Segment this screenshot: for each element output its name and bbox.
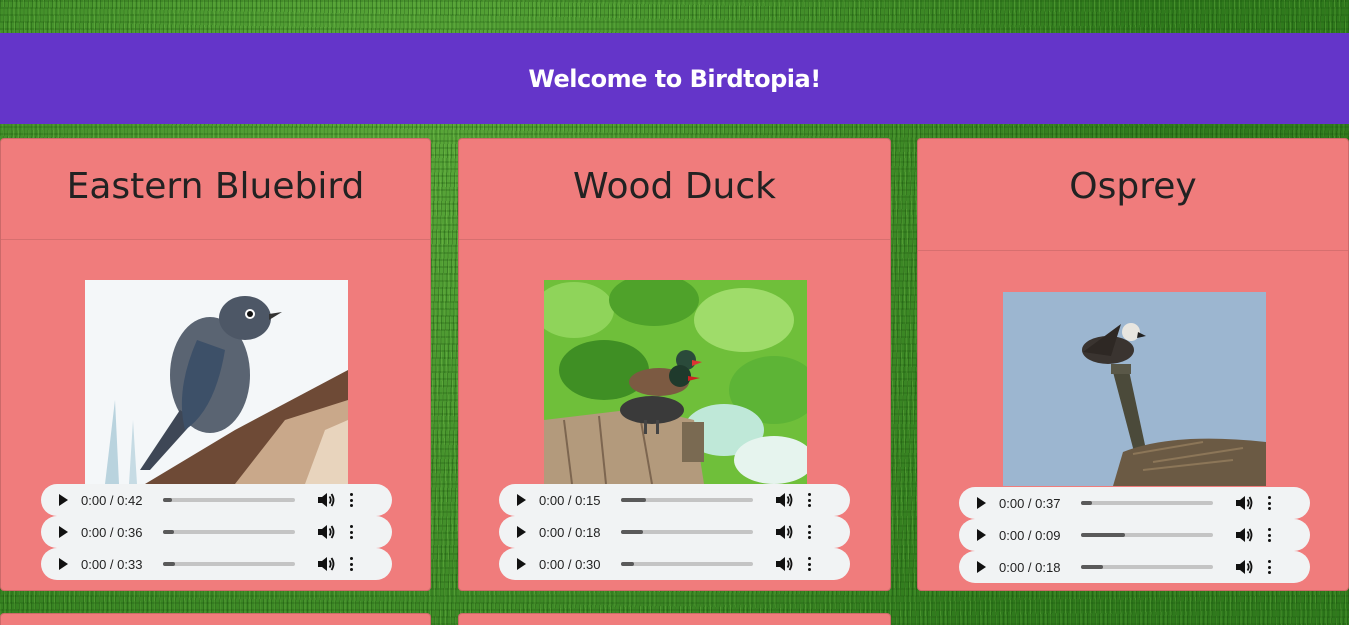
audio-time: 0:00 / 0:30 — [539, 556, 601, 572]
audio-time: 0:00 / 0:18 — [999, 559, 1061, 575]
more-options-icon[interactable] — [349, 557, 353, 571]
audio-player[interactable]: 0:00 / 0:33 — [41, 548, 392, 580]
play-icon[interactable] — [517, 558, 526, 570]
volume-icon[interactable] — [317, 524, 335, 540]
audio-time: 0:00 / 0:09 — [999, 527, 1061, 543]
audio-progress-fill — [1081, 501, 1092, 505]
audio-progress-fill — [1081, 565, 1104, 569]
more-options-icon[interactable] — [349, 525, 353, 539]
site-header: Welcome to Birdtopia! — [0, 33, 1349, 124]
audio-progress-slider[interactable] — [163, 530, 295, 534]
audio-progress-slider[interactable] — [163, 562, 295, 566]
audio-time: 0:00 / 0:37 — [999, 495, 1061, 511]
audio-progress-fill — [621, 562, 635, 566]
play-icon[interactable] — [59, 494, 68, 506]
audio-time: 0:00 / 0:42 — [81, 492, 143, 508]
audio-progress-slider[interactable] — [163, 498, 295, 502]
audio-time: 0:00 / 0:15 — [539, 492, 601, 508]
more-options-icon[interactable] — [1267, 528, 1271, 542]
audio-player[interactable]: 0:00 / 0:15 — [499, 484, 850, 516]
audio-player[interactable]: 0:00 / 0:36 — [41, 516, 392, 548]
volume-icon[interactable] — [775, 556, 793, 572]
audio-progress-fill — [163, 498, 173, 502]
volume-icon[interactable] — [775, 492, 793, 508]
volume-icon[interactable] — [1235, 495, 1253, 511]
audio-progress-fill — [163, 562, 175, 566]
audio-progress-slider[interactable] — [1081, 565, 1213, 569]
play-icon[interactable] — [977, 497, 986, 509]
volume-icon[interactable] — [317, 492, 335, 508]
bird-card-title: Wood Duck — [459, 139, 890, 240]
more-options-icon[interactable] — [349, 493, 353, 507]
volume-icon[interactable] — [1235, 559, 1253, 575]
play-icon[interactable] — [977, 529, 986, 541]
bird-card-title: Osprey — [918, 139, 1348, 251]
more-options-icon[interactable] — [1267, 560, 1271, 574]
audio-player[interactable]: 0:00 / 0:30 — [499, 548, 850, 580]
bird-card-wood-duck: Wood Duck 0:00 / 0:15 0:00 / 0:18 0:00 /… — [458, 138, 891, 591]
bird-card-title: Eastern Bluebird — [1, 139, 430, 240]
audio-player[interactable]: 0:00 / 0:18 — [959, 551, 1310, 583]
audio-progress-fill — [621, 498, 647, 502]
audio-player[interactable]: 0:00 / 0:09 — [959, 519, 1310, 551]
audio-player[interactable]: 0:00 / 0:42 — [41, 484, 392, 516]
audio-player[interactable]: 0:00 / 0:37 — [959, 487, 1310, 519]
play-icon[interactable] — [59, 558, 68, 570]
more-options-icon[interactable] — [807, 493, 811, 507]
volume-icon[interactable] — [317, 556, 335, 572]
bird-photo-wood-duck — [544, 280, 807, 484]
audio-progress-slider[interactable] — [621, 530, 753, 534]
audio-time: 0:00 / 0:36 — [81, 524, 143, 540]
audio-time: 0:00 / 0:18 — [539, 524, 601, 540]
play-icon[interactable] — [977, 561, 986, 573]
audio-progress-fill — [621, 530, 644, 534]
page-title: Welcome to Birdtopia! — [528, 64, 821, 93]
audio-progress-fill — [163, 530, 174, 534]
bird-photo-osprey — [1003, 292, 1266, 486]
audio-player[interactable]: 0:00 / 0:18 — [499, 516, 850, 548]
bird-card-next-row — [458, 613, 891, 625]
bird-card-osprey: Osprey 0:00 / 0:37 0:00 / 0:09 0:00 / 0:… — [917, 138, 1349, 591]
audio-progress-fill — [1081, 533, 1125, 537]
bird-photo-eastern-bluebird — [85, 280, 348, 484]
audio-progress-slider[interactable] — [621, 498, 753, 502]
play-icon[interactable] — [517, 494, 526, 506]
more-options-icon[interactable] — [807, 525, 811, 539]
bird-card-next-row — [0, 613, 431, 625]
audio-progress-slider[interactable] — [1081, 501, 1213, 505]
audio-progress-slider[interactable] — [1081, 533, 1213, 537]
audio-time: 0:00 / 0:33 — [81, 556, 143, 572]
more-options-icon[interactable] — [807, 557, 811, 571]
bird-card-eastern-bluebird: Eastern Bluebird 0:00 / 0:42 0:00 / 0:36… — [0, 138, 431, 591]
play-icon[interactable] — [59, 526, 68, 538]
volume-icon[interactable] — [775, 524, 793, 540]
more-options-icon[interactable] — [1267, 496, 1271, 510]
volume-icon[interactable] — [1235, 527, 1253, 543]
audio-progress-slider[interactable] — [621, 562, 753, 566]
play-icon[interactable] — [517, 526, 526, 538]
